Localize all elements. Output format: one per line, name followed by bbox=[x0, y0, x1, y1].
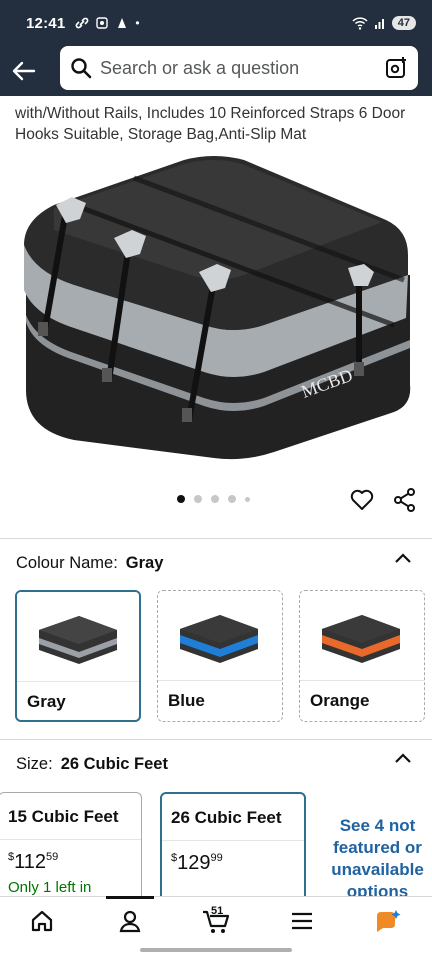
image-dot-3 bbox=[211, 495, 219, 503]
colour-option-label: Orange bbox=[310, 691, 370, 710]
size-label-text: Size: bbox=[16, 755, 53, 773]
wishlist-button[interactable] bbox=[349, 487, 375, 513]
status-time: 12:41 bbox=[26, 14, 66, 32]
camera-search-icon[interactable] bbox=[384, 56, 408, 80]
signal-icon bbox=[374, 19, 384, 29]
back-arrow-icon bbox=[12, 61, 36, 81]
size-option-price: $11259 bbox=[8, 851, 58, 874]
share-icon bbox=[394, 488, 415, 512]
colour-option-label: Blue bbox=[168, 691, 205, 710]
colour-option-orange[interactable]: Orange bbox=[299, 590, 425, 722]
size-option-title: 26 Cubic Feet bbox=[171, 808, 282, 827]
size-selected-value: 26 Cubic Feet bbox=[60, 755, 168, 773]
colour-collapse-chevron-icon[interactable] bbox=[394, 552, 412, 564]
product-image[interactable]: MCBD bbox=[14, 150, 418, 470]
size-option-price: $12999 bbox=[171, 852, 223, 875]
divider bbox=[0, 739, 432, 740]
app-notification-icon bbox=[118, 18, 127, 28]
back-button[interactable] bbox=[2, 49, 46, 93]
share-button[interactable] bbox=[392, 487, 418, 513]
status-bar: 12:41 • 47 bbox=[0, 0, 432, 46]
link-icon bbox=[76, 17, 89, 29]
see-unavailable-options-link[interactable]: See 4 not featured or unavailable option… bbox=[315, 815, 432, 903]
more-notifications-dot: • bbox=[135, 16, 140, 30]
battery-indicator: 47 bbox=[391, 16, 416, 30]
colour-name-label: Colour Name: Gray bbox=[16, 554, 163, 573]
search-placeholder: Search or ask a question bbox=[100, 57, 300, 78]
colour-swatch-image bbox=[17, 592, 139, 682]
rufus-icon bbox=[377, 910, 401, 932]
price-whole: 112 bbox=[14, 851, 47, 873]
colour-swatch-image bbox=[300, 591, 424, 681]
nav-active-indicator bbox=[106, 896, 154, 899]
colour-swatch-image bbox=[158, 591, 282, 681]
image-dot-4 bbox=[228, 495, 236, 503]
size-card-divider bbox=[0, 839, 141, 840]
nav-rufus[interactable] bbox=[368, 905, 408, 937]
price-whole: 129 bbox=[177, 852, 211, 874]
cart-count: 51 bbox=[211, 905, 224, 917]
size-label: Size: 26 Cubic Feet bbox=[16, 755, 168, 774]
stock-status: Only 1 left in bbox=[8, 879, 92, 896]
nav-account[interactable] bbox=[110, 905, 150, 937]
price-fraction: 99 bbox=[210, 852, 223, 864]
wifi-icon bbox=[352, 16, 368, 30]
search-icon bbox=[71, 58, 92, 79]
account-icon bbox=[119, 910, 141, 933]
home-icon bbox=[31, 910, 53, 932]
gesture-bar[interactable] bbox=[140, 948, 292, 952]
nav-menu[interactable] bbox=[282, 905, 322, 937]
divider bbox=[0, 538, 432, 539]
roof-bag-illustration: MCBD bbox=[24, 156, 411, 460]
menu-icon bbox=[292, 912, 312, 930]
price-fraction: 59 bbox=[46, 851, 59, 863]
image-dot-2 bbox=[194, 495, 202, 503]
image-dot-1 bbox=[177, 495, 185, 503]
heart-icon bbox=[350, 489, 374, 510]
size-collapse-chevron-icon[interactable] bbox=[394, 752, 412, 764]
colour-selected-value: Gray bbox=[125, 554, 164, 572]
status-right: 47 bbox=[352, 16, 416, 30]
image-pagination bbox=[177, 495, 250, 503]
size-option-26[interactable]: 26 Cubic Feet $12999 bbox=[160, 792, 306, 902]
colour-option-label: Gray bbox=[27, 692, 66, 711]
size-option-title: 15 Cubic Feet bbox=[8, 807, 119, 826]
size-card-divider bbox=[162, 840, 304, 841]
screenshot-icon bbox=[96, 17, 109, 29]
colour-label-text: Colour Name: bbox=[16, 554, 118, 572]
product-title: with/Without Rails, Includes 10 Reinforc… bbox=[15, 105, 406, 143]
search-input[interactable]: Search or ask a question bbox=[60, 46, 418, 90]
app-header: Search or ask a question bbox=[0, 46, 432, 96]
colour-option-gray[interactable]: Gray bbox=[15, 590, 141, 722]
nav-home[interactable] bbox=[22, 905, 62, 937]
notification-icons: • bbox=[75, 16, 140, 30]
size-option-15[interactable]: 15 Cubic Feet $11259 Only 1 left in bbox=[0, 792, 142, 902]
colour-option-blue[interactable]: Blue bbox=[157, 590, 283, 722]
image-dot-5 bbox=[245, 496, 250, 502]
